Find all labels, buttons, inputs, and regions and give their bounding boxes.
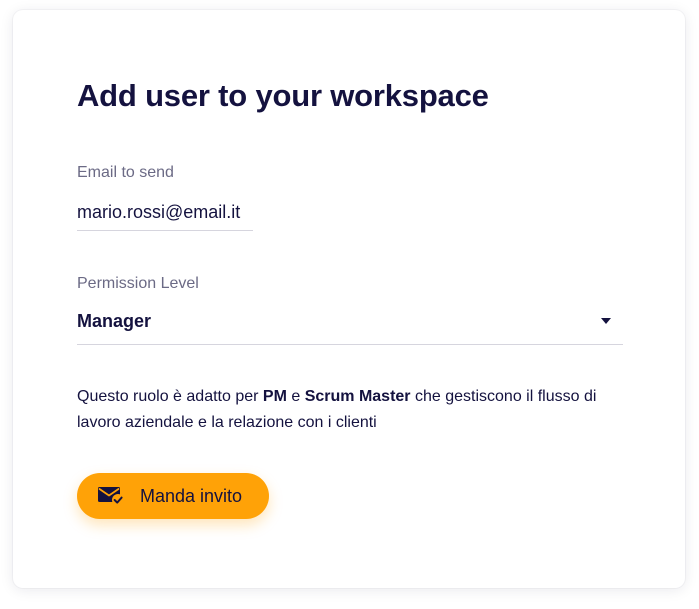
email-input[interactable] (77, 194, 253, 231)
description-role-pm: PM (262, 388, 287, 405)
role-description: Questo ruolo è adatto per PM e Scrum Mas… (77, 384, 637, 436)
dialog-title: Add user to your workspace (77, 78, 489, 113)
send-invite-button[interactable]: Manda invito (77, 473, 269, 519)
caret-down-icon (601, 318, 611, 324)
description-role-scrum-master: Scrum Master (304, 388, 411, 405)
add-user-card: Add user to your workspace Email to send… (13, 10, 685, 588)
mail-check-icon (98, 487, 124, 506)
permission-select[interactable]: Manager (77, 306, 623, 345)
description-text: Questo ruolo è adatto per (77, 388, 263, 405)
send-invite-label: Manda invito (140, 486, 243, 506)
description-text: e (286, 388, 305, 405)
email-label: Email to send (77, 164, 174, 181)
permission-selected-value: Manager (77, 311, 152, 331)
permission-label: Permission Level (77, 275, 199, 292)
